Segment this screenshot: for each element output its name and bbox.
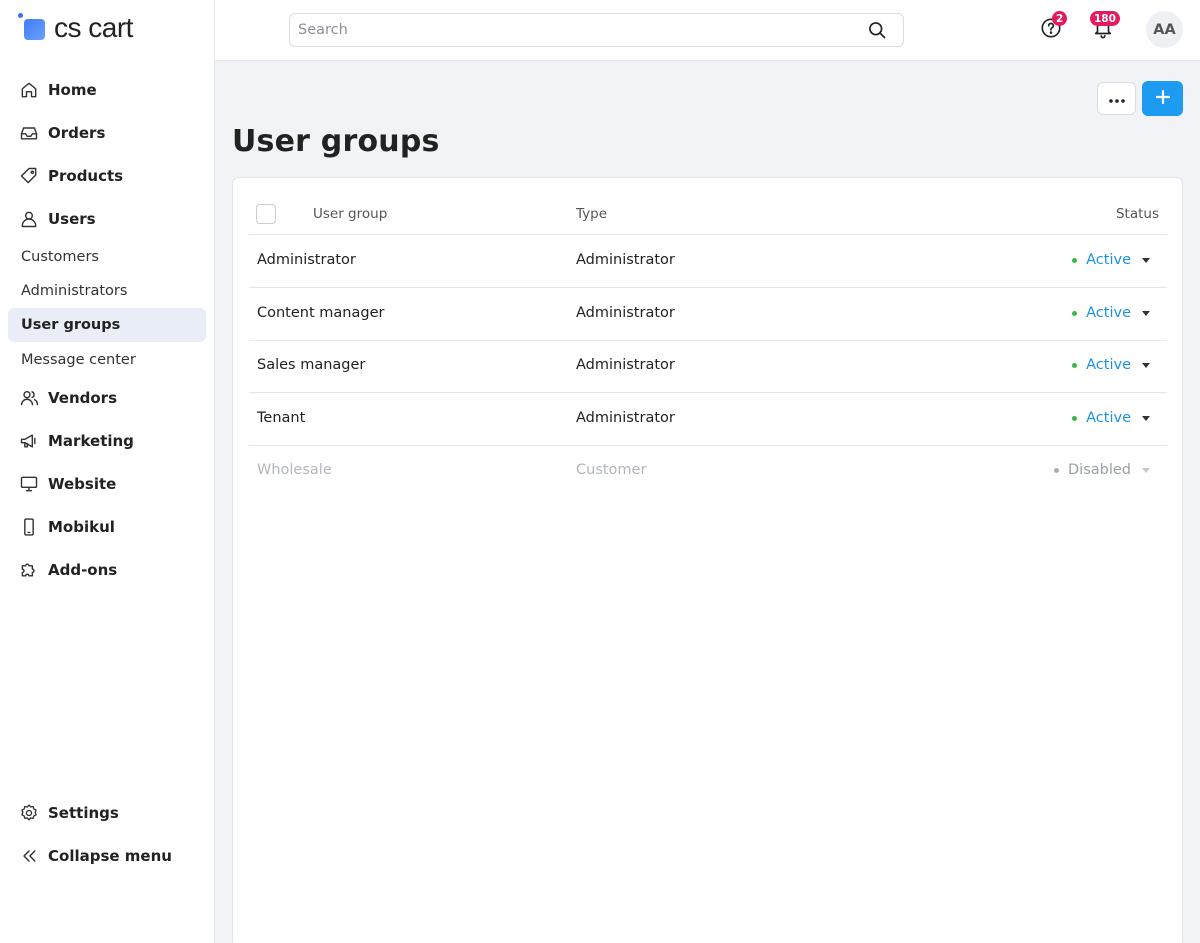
sidebar-item-label: Mobikul	[48, 518, 115, 536]
search-input[interactable]	[290, 14, 850, 46]
sidebar-subitem-user-groups[interactable]: User groups	[8, 308, 206, 342]
status-label: Active	[1086, 305, 1131, 321]
column-header-type: Type	[576, 206, 608, 222]
status-dropdown[interactable]: Active	[1072, 410, 1150, 426]
megaphone-icon	[18, 430, 40, 452]
user-group-name[interactable]: Sales manager	[257, 357, 365, 373]
caret-down-icon	[1142, 257, 1150, 263]
page-title: User groups	[232, 124, 440, 159]
smartphone-icon	[18, 516, 40, 538]
status-dot-icon	[1054, 467, 1059, 473]
table-header: User group Type Status	[249, 196, 1167, 235]
user-group-type: Administrator	[576, 357, 675, 373]
users-icon	[18, 387, 40, 409]
chevrons-left-icon	[18, 845, 40, 867]
logo-text: cs cart	[54, 12, 133, 43]
sidebar-item-label: Users	[48, 210, 96, 228]
table-row[interactable]: Tenant Administrator Active	[249, 393, 1167, 446]
user-group-type: Administrator	[576, 410, 675, 426]
user-group-type: Administrator	[576, 305, 675, 321]
sidebar-item-mobikul[interactable]: Mobikul	[8, 510, 206, 544]
status-label: Active	[1086, 410, 1131, 426]
ellipsis-icon	[1108, 89, 1126, 108]
sidebar-subitem-customers[interactable]: Customers	[8, 240, 206, 274]
user-group-name[interactable]: Wholesale	[257, 462, 332, 478]
status-dropdown[interactable]: Disabled	[1054, 462, 1150, 478]
gear-icon	[18, 802, 40, 824]
search-box	[289, 13, 904, 47]
sidebar-item-website[interactable]: Website	[8, 467, 206, 501]
avatar[interactable]: AA	[1146, 11, 1183, 48]
table-row[interactable]: Administrator Administrator Active	[249, 235, 1167, 288]
sidebar-item-label: Vendors	[48, 389, 118, 407]
status-dropdown[interactable]: Active	[1072, 357, 1150, 373]
sidebar-item-label: Collapse menu	[48, 847, 172, 865]
inbox-icon	[18, 122, 40, 144]
caret-down-icon	[1142, 415, 1150, 421]
user-group-name[interactable]: Administrator	[257, 252, 356, 268]
user-icon	[18, 208, 40, 230]
user-group-name[interactable]: Content manager	[257, 305, 384, 321]
logo[interactable]: cs cart	[18, 12, 133, 44]
home-icon	[18, 79, 40, 101]
sidebar-item-label: Website	[48, 475, 117, 493]
user-group-name[interactable]: Tenant	[257, 410, 305, 426]
add-user-group-button[interactable]	[1142, 81, 1183, 116]
bell-icon	[1092, 20, 1114, 43]
notifications-badge: 180	[1090, 11, 1120, 26]
sidebar-item-users[interactable]: Users	[8, 202, 206, 236]
user-group-type: Customer	[576, 462, 647, 478]
column-header-status: Status	[1115, 206, 1159, 222]
monitor-icon	[18, 473, 40, 495]
status-label: Active	[1086, 252, 1131, 268]
notifications-button[interactable]: 180	[1090, 11, 1120, 43]
status-label: Active	[1086, 357, 1131, 373]
sidebar-item-label: Products	[48, 167, 124, 185]
sidebar-item-products[interactable]: Products	[8, 159, 206, 193]
sidebar-item-label: Orders	[48, 124, 106, 142]
help-badge: 2	[1052, 11, 1068, 26]
status-dot-icon	[1072, 310, 1078, 316]
sidebar-item-label: Settings	[48, 804, 119, 822]
puzzle-icon	[18, 559, 40, 581]
sidebar-item-label: Marketing	[48, 432, 134, 450]
table-row[interactable]: Wholesale Customer Disabled	[249, 445, 1167, 498]
sidebar-item-vendors[interactable]: Vendors	[8, 381, 206, 415]
status-dot-icon	[1072, 415, 1078, 421]
caret-down-icon	[1142, 362, 1150, 368]
sidebar-subitem-administrators[interactable]: Administrators	[8, 274, 206, 308]
sidebar-item-settings[interactable]: Settings	[8, 796, 206, 830]
status-dot-icon	[1072, 362, 1078, 368]
user-groups-table: User group Type Status Administrator Adm…	[232, 177, 1183, 943]
sidebar-item-orders[interactable]: Orders	[8, 116, 206, 150]
search-icon[interactable]	[867, 20, 887, 40]
user-group-type: Administrator	[576, 252, 675, 268]
more-actions-button[interactable]	[1097, 82, 1136, 115]
collapse-menu-button[interactable]: Collapse menu	[8, 839, 206, 873]
select-all-checkbox[interactable]	[256, 204, 276, 224]
column-header-user-group[interactable]: User group	[313, 206, 387, 222]
status-dropdown[interactable]: Active	[1072, 305, 1150, 321]
table-row[interactable]: Content manager Administrator Active	[249, 288, 1167, 341]
status-dot-icon	[1072, 257, 1078, 263]
sidebar-item-marketing[interactable]: Marketing	[8, 424, 206, 458]
topbar: 2 180 AA	[215, 0, 1200, 61]
sidebar-subitem-message-center[interactable]: Message center	[8, 343, 206, 377]
caret-down-icon	[1142, 310, 1150, 316]
sidebar: cs cart Home Orders Products Users Custo…	[0, 0, 215, 943]
logo-mark-icon	[18, 13, 48, 43]
tag-icon	[18, 165, 40, 187]
caret-down-icon	[1142, 467, 1150, 473]
table-row[interactable]: Sales manager Administrator Active	[249, 340, 1167, 393]
plus-icon	[1155, 89, 1171, 109]
help-icon	[1040, 18, 1062, 43]
sidebar-item-label: Home	[48, 81, 97, 99]
sidebar-item-label: Add-ons	[48, 561, 118, 579]
help-button[interactable]: 2	[1040, 11, 1068, 43]
sidebar-item-home[interactable]: Home	[8, 73, 206, 107]
status-dropdown[interactable]: Active	[1072, 252, 1150, 268]
status-label: Disabled	[1068, 462, 1131, 478]
sidebar-item-add-ons[interactable]: Add-ons	[8, 553, 206, 587]
